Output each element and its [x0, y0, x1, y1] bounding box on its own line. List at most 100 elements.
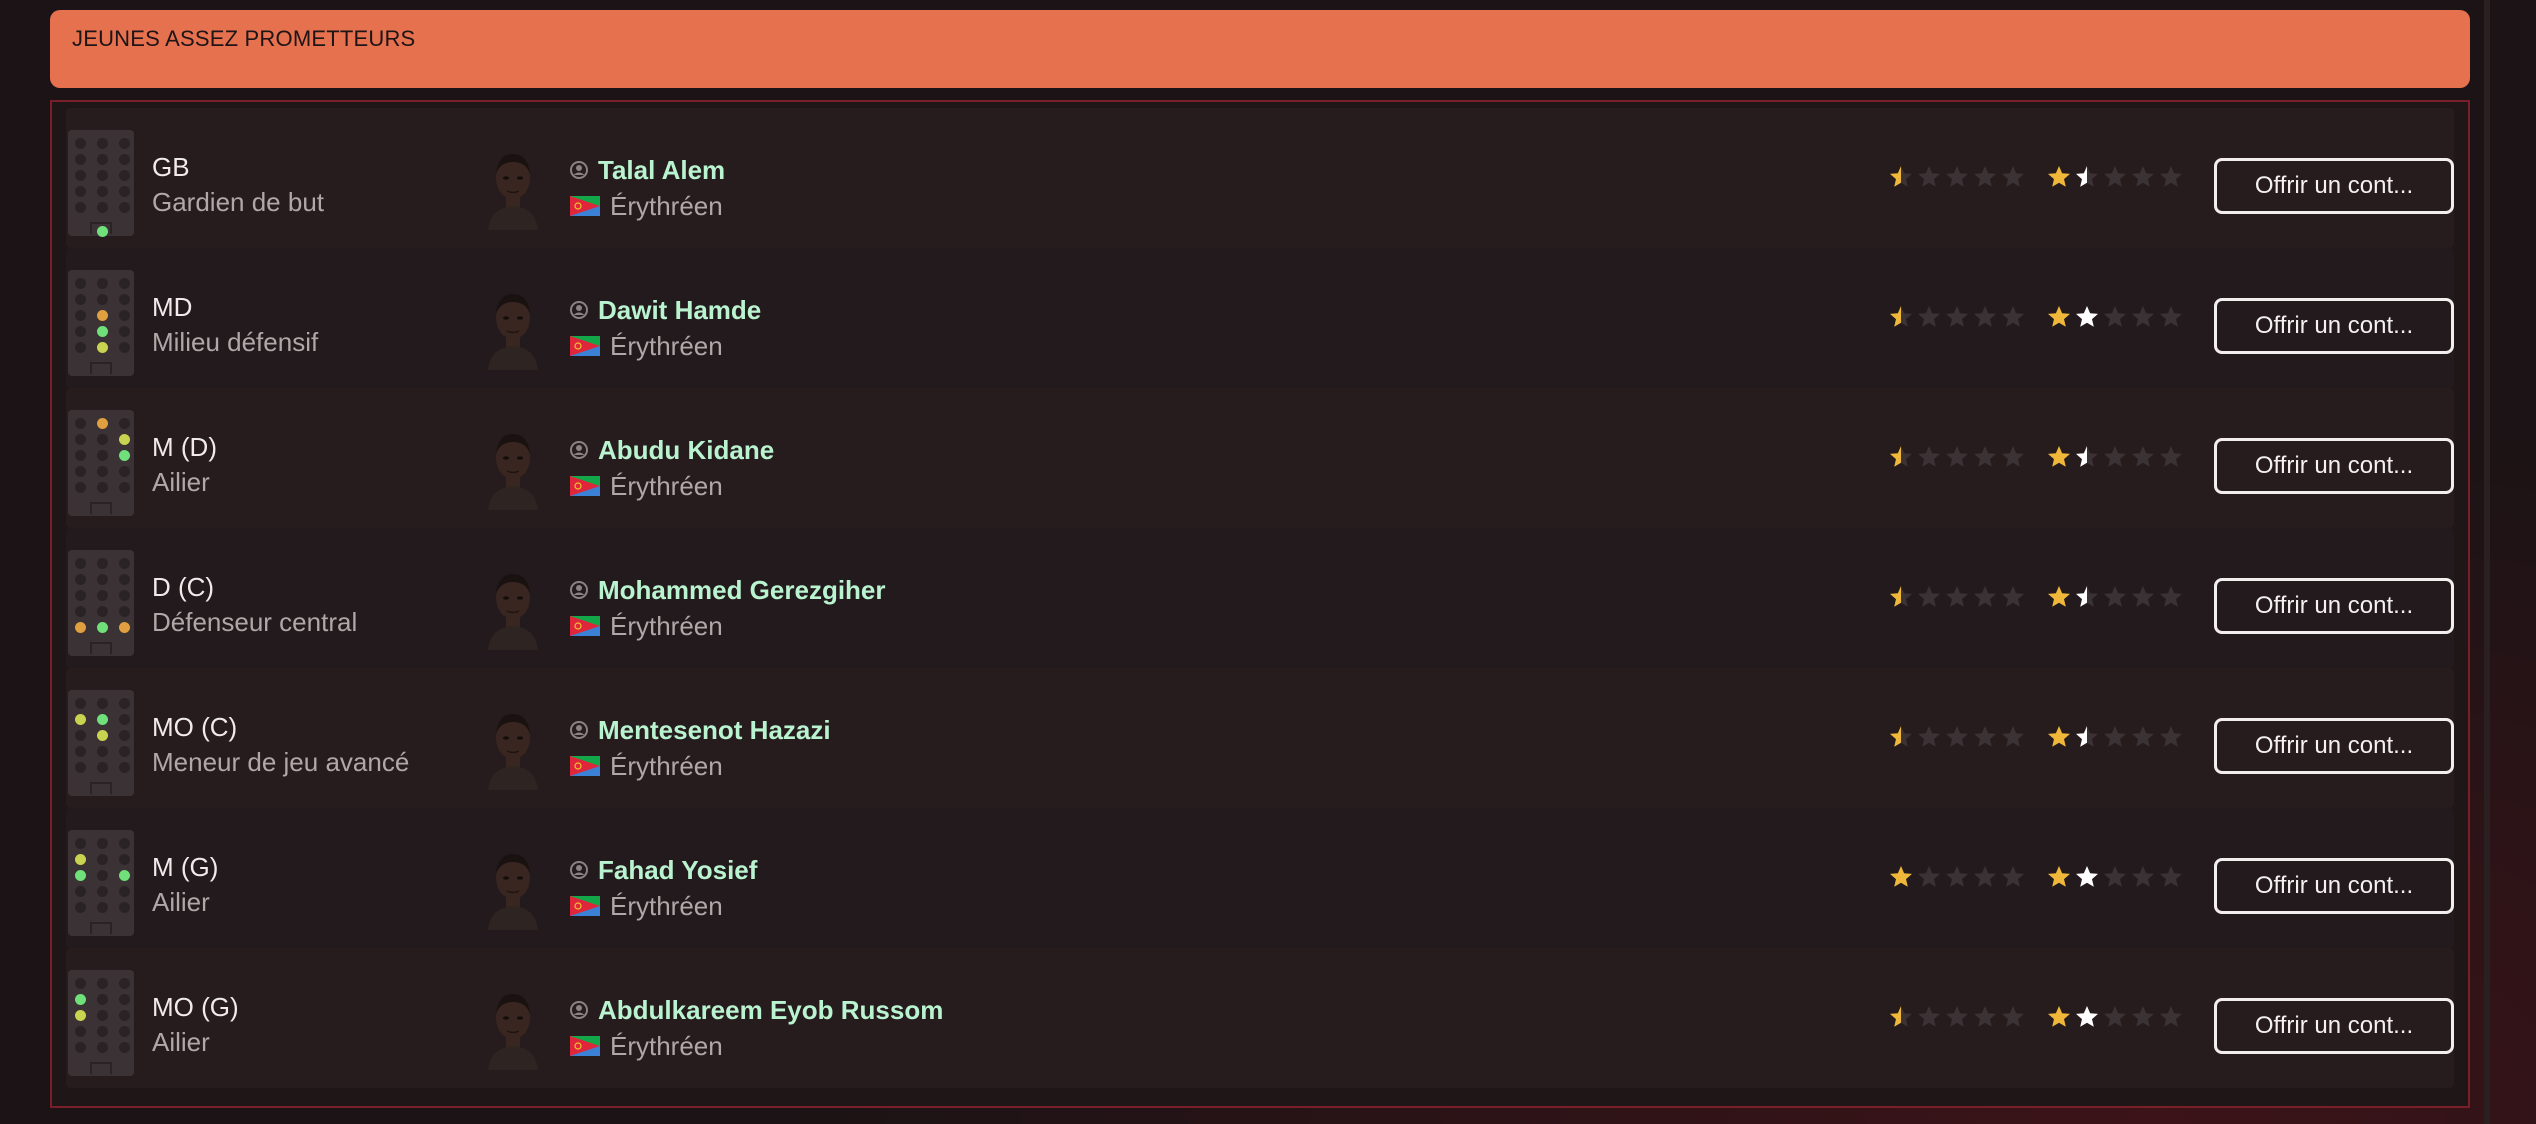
player-name[interactable]: Abdulkareem Eyob Russom [598, 995, 943, 1026]
pitch-dot [97, 434, 108, 445]
pitch-dot [75, 326, 86, 337]
offer-contract-button[interactable]: Offrir un cont... [2214, 158, 2454, 214]
player-row[interactable]: MD Milieu défensif Dawit Hamde Érythréen… [66, 248, 2454, 388]
player-row[interactable]: D (C) Défenseur central Mohammed Gerezgi… [66, 528, 2454, 668]
star-empty-icon [2104, 306, 2126, 327]
pitch-position-dot [75, 994, 86, 1005]
pitch-position-dot [97, 342, 108, 353]
pitch-dot [97, 278, 108, 289]
pitch-dot [75, 278, 86, 289]
pitch-dot [97, 154, 108, 165]
position-code: GB [152, 152, 190, 182]
offer-contract-button[interactable]: Offrir un cont... [2214, 998, 2454, 1054]
position-name: Meneur de jeu avancé [152, 747, 410, 777]
position-info: M (D) Ailier [152, 430, 217, 500]
player-row[interactable]: MO (G) Ailier Abdulkareem Eyob Russom Ér… [66, 948, 2454, 1088]
pitch-dot [97, 1010, 108, 1021]
position-pitch-icon [68, 270, 134, 376]
pitch-dot [119, 294, 130, 305]
star-empty-icon [1946, 866, 1968, 887]
player-nationality: Érythréen [610, 750, 723, 781]
pitch-dot [119, 1042, 130, 1053]
player-name[interactable]: Dawit Hamde [598, 295, 761, 326]
player-info: Abudu Kidane Érythréen [570, 432, 774, 504]
player-info: Talal Alem Érythréen [570, 152, 725, 224]
star-filled-icon [1890, 866, 1912, 887]
offer-contract-button[interactable]: Offrir un cont... [2214, 298, 2454, 354]
person-icon [570, 161, 588, 179]
eritrea-flag-icon [570, 756, 600, 776]
player-info: Mohammed Gerezgiher Érythréen [570, 572, 886, 644]
player-row[interactable]: MO (C) Meneur de jeu avancé Mentesenot H… [66, 668, 2454, 808]
player-name[interactable]: Talal Alem [598, 155, 725, 186]
pitch-dot [119, 590, 130, 601]
player-face-avatar [488, 574, 538, 650]
pitch-dot [119, 854, 130, 865]
star-empty-icon [1974, 586, 1996, 607]
position-info: MO (G) Ailier [152, 990, 239, 1060]
star-filled-icon [2076, 866, 2098, 887]
pitch-dot [97, 294, 108, 305]
scrollbar[interactable] [2484, 0, 2490, 1124]
player-face-avatar [488, 294, 538, 370]
player-info: Dawit Hamde Érythréen [570, 292, 761, 364]
star-empty-icon [2160, 586, 2182, 607]
pitch-dot [119, 838, 130, 849]
page: JEUNES ASSEZ PROMETTEURS GB Gardien de b… [0, 0, 2536, 1124]
pitch-dot [119, 994, 130, 1005]
pitch-dot [119, 746, 130, 757]
star-empty-icon [1974, 1006, 1996, 1027]
star-empty-icon [1946, 1006, 1968, 1027]
pitch-dot [97, 138, 108, 149]
player-name[interactable]: Mentesenot Hazazi [598, 715, 831, 746]
potential-ability-stars [2046, 864, 2184, 890]
pitch-dot [75, 1042, 86, 1053]
player-row[interactable]: M (G) Ailier Fahad Yosief Érythréen Offr… [66, 808, 2454, 948]
player-face-avatar [488, 854, 538, 930]
offer-contract-button[interactable]: Offrir un cont... [2214, 438, 2454, 494]
star-empty-icon [1918, 586, 1940, 607]
star-empty-icon [1974, 306, 1996, 327]
pitch-position-dot [97, 326, 108, 337]
pitch-dot [75, 590, 86, 601]
pitch-dot [119, 714, 130, 725]
pitch-goal-box [90, 502, 112, 514]
pitch-dot [119, 730, 130, 741]
pitch-dot [119, 186, 130, 197]
star-empty-icon [2160, 166, 2182, 187]
pitch-dot [97, 482, 108, 493]
player-name[interactable]: Abudu Kidane [598, 435, 774, 466]
star-filled-icon [1890, 726, 1912, 747]
current-ability-stars [1888, 1004, 2026, 1030]
pitch-dot [97, 746, 108, 757]
position-code: M (G) [152, 852, 219, 882]
player-row[interactable]: M (D) Ailier Abudu Kidane Érythréen Offr… [66, 388, 2454, 528]
position-code: MD [152, 292, 193, 322]
offer-contract-button[interactable]: Offrir un cont... [2214, 858, 2454, 914]
player-name[interactable]: Mohammed Gerezgiher [598, 575, 886, 606]
pitch-dot [97, 762, 108, 773]
pitch-dot [75, 310, 86, 321]
position-code: M (D) [152, 432, 217, 462]
offer-contract-button[interactable]: Offrir un cont... [2214, 578, 2454, 634]
player-name[interactable]: Fahad Yosief [598, 855, 757, 886]
player-info: Fahad Yosief Érythréen [570, 852, 757, 924]
pitch-dot [75, 342, 86, 353]
star-empty-icon [2002, 166, 2024, 187]
star-empty-icon [2002, 306, 2024, 327]
pitch-dot [119, 202, 130, 213]
pitch-goal-box [90, 362, 112, 374]
player-row[interactable]: GB Gardien de but Talal Alem Érythréen O… [66, 108, 2454, 248]
star-empty-icon [2002, 1006, 2024, 1027]
star-empty-icon [2132, 726, 2154, 747]
pitch-position-dot [97, 226, 108, 237]
current-ability-stars [1888, 164, 2026, 190]
star-filled-icon [2076, 306, 2098, 327]
star-empty-icon [2132, 586, 2154, 607]
player-face-avatar [488, 994, 538, 1070]
pitch-dot [97, 838, 108, 849]
star-empty-icon [1946, 726, 1968, 747]
star-empty-icon [1918, 1006, 1940, 1027]
offer-contract-button[interactable]: Offrir un cont... [2214, 718, 2454, 774]
pitch-position-dot [75, 622, 86, 633]
